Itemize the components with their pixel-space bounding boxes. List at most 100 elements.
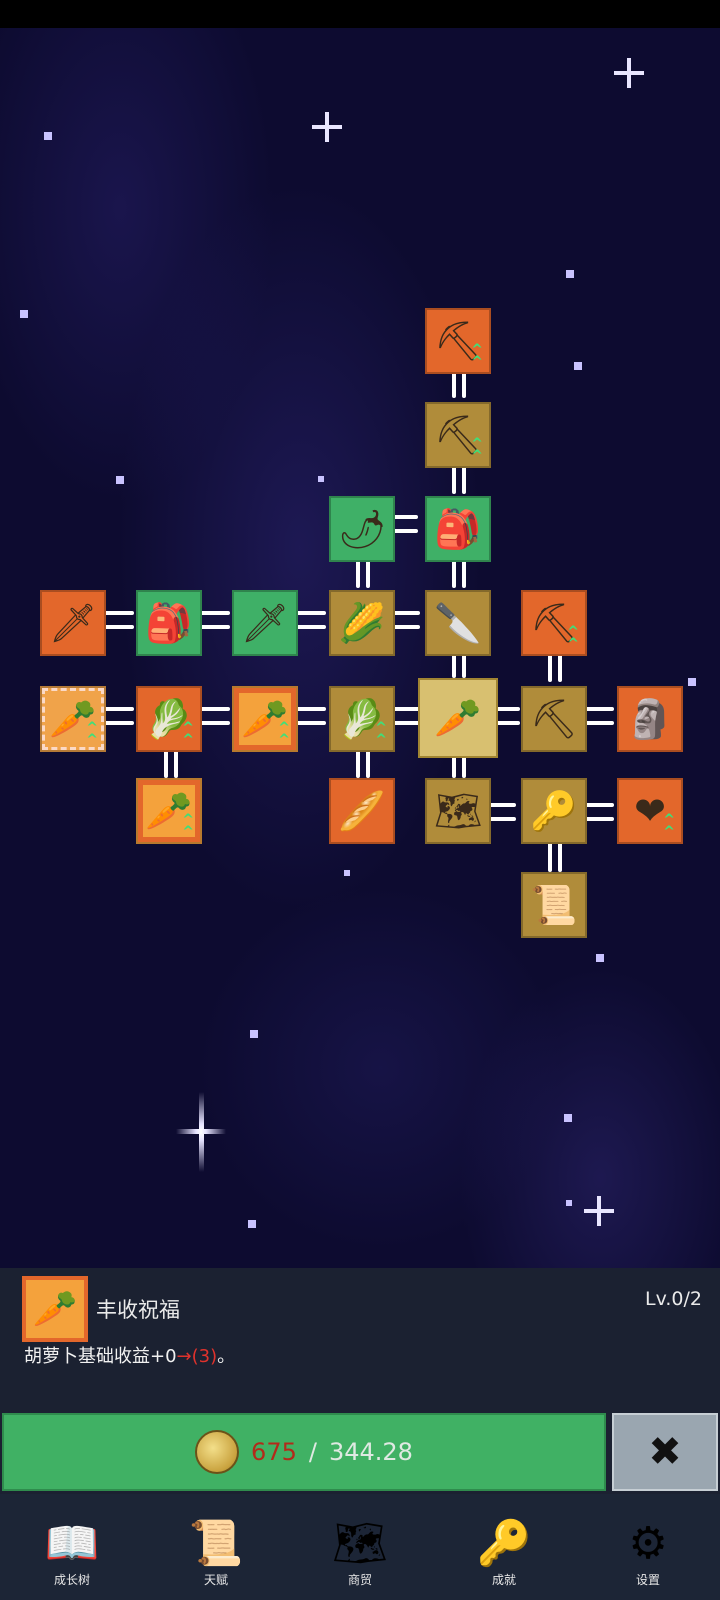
cost-separator: / <box>308 1438 317 1466</box>
action-bar: 675 / 344.28 ✖ <box>0 1408 720 1494</box>
tab-talent[interactable]: 📜 天赋 <box>144 1494 288 1600</box>
close-button[interactable]: ✖ <box>612 1413 718 1491</box>
tab-label: 成长树 <box>53 1573 90 1587</box>
skill-level: Lv.0/2 <box>645 1288 702 1310</box>
tab-settings[interactable]: ⚙ 设置 <box>576 1494 720 1600</box>
tree-connector <box>452 464 466 494</box>
star <box>564 1114 572 1122</box>
star <box>318 476 324 482</box>
pickaxe-icon: ⛏ <box>529 696 579 741</box>
tree-connector <box>496 707 520 725</box>
backpack-icon: 🎒 <box>434 506 482 551</box>
upgrade-chevron-icon: ^ ^ <box>278 720 290 748</box>
upgrade-chevron-icon: ^ ^ <box>182 720 194 748</box>
skill-node-sword[interactable]: 🗡 <box>232 590 298 656</box>
desc-suffix: 。 <box>217 1346 236 1367</box>
sparkle-star <box>176 1092 226 1172</box>
skill-node-parsnip[interactable]: 🥖 <box>329 778 395 844</box>
skill-detail-panel: 🥕 丰收祝福 Lv.0/2 胡萝卜基础收益+0→(3)。 <box>0 1268 720 1408</box>
skill-node-chili-pepper[interactable]: 🌶 <box>329 496 395 562</box>
tab-label: 天赋 <box>203 1573 228 1587</box>
tab-achievements[interactable]: 🔑 成就 <box>432 1494 576 1600</box>
skill-node-scroll[interactable]: 📜 <box>521 872 587 938</box>
star <box>344 870 350 876</box>
coin-icon <box>195 1430 240 1474</box>
skill-node-carrot[interactable]: 🥕 ^ ^ <box>232 686 298 752</box>
close-icon: ✖ <box>648 1429 682 1475</box>
upgrade-chevron-icon: ^ ^ <box>663 812 675 840</box>
skill-description: 胡萝卜基础收益+0→(3)。 <box>24 1342 235 1368</box>
upgrade-chevron-icon: ^ ^ <box>471 342 483 370</box>
star <box>574 362 582 370</box>
upgrade-chevron-icon: ^ ^ <box>567 624 579 652</box>
sparkle-star <box>614 58 644 88</box>
key-icon: 🔑 <box>530 788 578 833</box>
sword-icon: 🗡 <box>240 600 290 645</box>
carrot-icon: 🥕 <box>434 695 482 740</box>
skill-node-pickaxe[interactable]: ⛏ ^ ^ <box>521 590 587 656</box>
tree-connector <box>200 611 230 629</box>
gear-icon: ⚙ <box>628 1518 668 1569</box>
star <box>688 678 696 686</box>
star <box>20 310 28 318</box>
star <box>250 1030 258 1038</box>
skill-node-carrot[interactable]: 🥕 ^ ^ <box>40 686 106 752</box>
skill-node-backpack[interactable]: 🎒 <box>425 496 491 562</box>
skill-node-heart[interactable]: ❤ ^ ^ <box>617 778 683 844</box>
tree-connector <box>548 842 562 872</box>
skill-node-carrot[interactable]: 🥕 ^ ^ <box>136 778 202 844</box>
skill-node-map[interactable]: 🗺 <box>425 778 491 844</box>
skill-node-shovel[interactable]: ⛏ ^ ^ <box>425 308 491 374</box>
skill-node-shovel[interactable]: ⛏ ^ ^ <box>425 402 491 468</box>
scroll-icon: 📜 <box>188 1518 244 1569</box>
upgrade-chevron-icon: ^ ^ <box>375 720 387 748</box>
skill-node-cabbage[interactable]: 🥬 ^ ^ <box>329 686 395 752</box>
star <box>44 132 52 140</box>
skill-tree-canvas[interactable]: ⛏ ^ ^ ⛏ ^ ^ 🌶 🎒 🗡 🎒 🗡 🌽 🔪 ⛏ ^ ^ 🥕 ^ ^ 🥬 ^ ^ 🥕 ^ ^ 🥬 ^… <box>0 28 720 1268</box>
skill-node-carrot-selected[interactable]: 🥕 <box>418 678 498 758</box>
upgrade-chevron-icon: ^ ^ <box>471 436 483 464</box>
tree-connector <box>200 707 230 725</box>
carrot-icon: 🥕 <box>22 1276 88 1342</box>
skill-node-knife[interactable]: 🔪 <box>425 590 491 656</box>
corn-icon: 🌽 <box>338 600 386 645</box>
bottom-nav: 📖 成长树 📜 天赋 🗺 商贸 🔑 成就 ⚙ 设置 <box>0 1494 720 1600</box>
skill-node-corn[interactable]: 🌽 <box>329 590 395 656</box>
upgrade-cost: 675 <box>251 1438 297 1466</box>
statue-icon: 🗿 <box>626 696 674 741</box>
skill-node-cabbage[interactable]: 🥬 ^ ^ <box>136 686 202 752</box>
map-icon: 🗺 <box>332 1518 388 1569</box>
tab-label: 成就 <box>491 1573 516 1587</box>
heart-icon: ❤ <box>634 789 666 833</box>
key-icon: 🔑 <box>476 1518 532 1569</box>
tree-connector <box>548 652 562 682</box>
desc-arrow: → <box>176 1346 192 1367</box>
knife-icon: 🔪 <box>434 600 482 645</box>
tab-trade[interactable]: 🗺 商贸 <box>288 1494 432 1600</box>
upgrade-button[interactable]: 675 / 344.28 <box>2 1413 606 1491</box>
tree-connector <box>356 558 370 588</box>
star <box>248 1220 256 1228</box>
skill-name: 丰收祝福 <box>96 1298 180 1322</box>
upgrade-chevron-icon: ^ ^ <box>86 720 98 748</box>
tab-label: 设置 <box>635 1573 660 1587</box>
skill-node-statue[interactable]: 🗿 <box>617 686 683 752</box>
star <box>116 476 124 484</box>
skill-node-key[interactable]: 🔑 <box>521 778 587 844</box>
tree-connector <box>584 707 614 725</box>
skill-node-sword[interactable]: 🗡 <box>40 590 106 656</box>
tab-growth-tree[interactable]: 📖 成长树 <box>0 1494 144 1600</box>
parsnip-icon: 🥖 <box>338 788 386 833</box>
skill-node-pickaxe[interactable]: ⛏ <box>521 686 587 752</box>
tree-connector <box>584 803 614 821</box>
tab-label: 商贸 <box>347 1573 372 1587</box>
backpack-icon: 🎒 <box>145 600 193 645</box>
tree-connector <box>296 611 326 629</box>
status-bar <box>0 0 720 28</box>
skill-node-backpack[interactable]: 🎒 <box>136 590 202 656</box>
chili-pepper-icon: 🌶 <box>337 506 387 551</box>
tree-connector <box>296 707 326 725</box>
tree-connector <box>104 707 134 725</box>
map-icon: 🗺 <box>433 788 483 833</box>
tree-connector <box>104 611 134 629</box>
